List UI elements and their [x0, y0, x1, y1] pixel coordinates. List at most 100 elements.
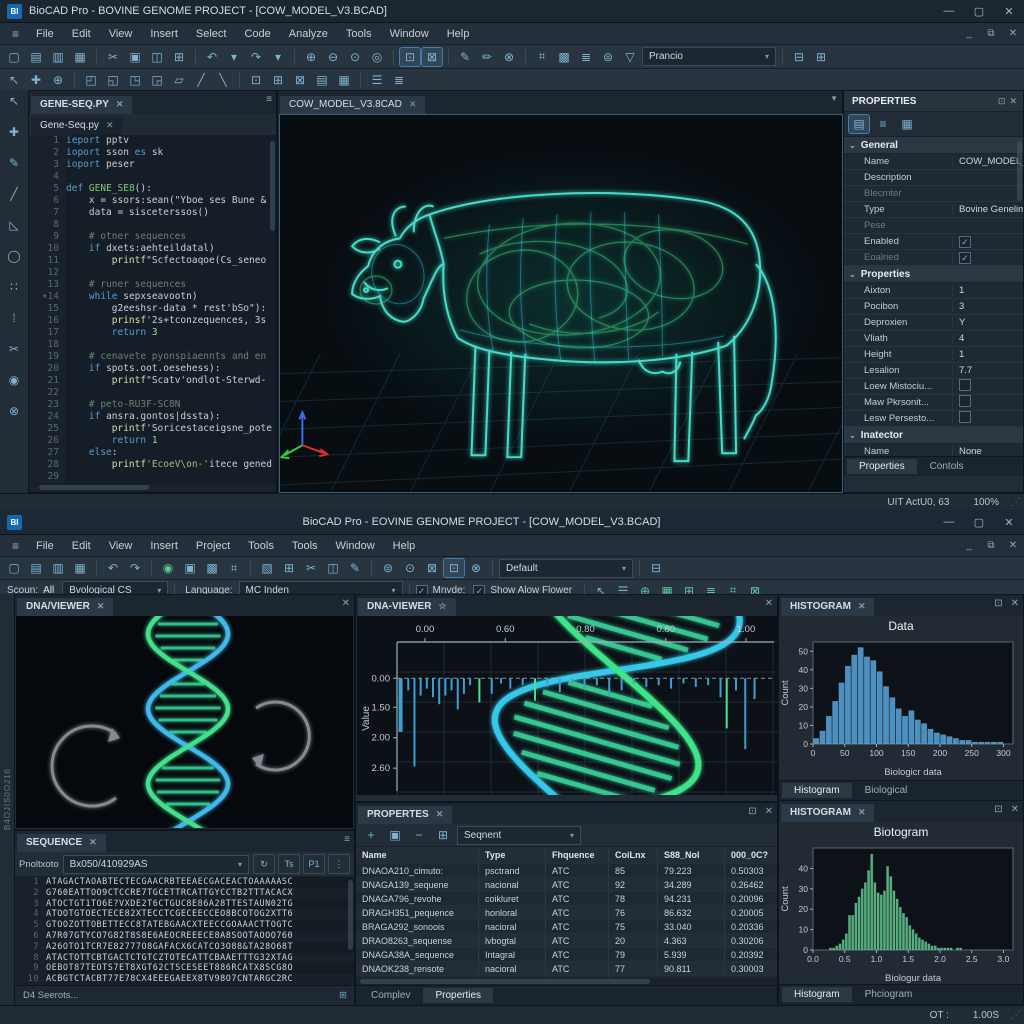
hatch-icon[interactable]: ⌗ [532, 48, 552, 66]
doc-close-button[interactable]: ✕ [1002, 28, 1024, 39]
property-row[interactable]: NameNone [844, 444, 1023, 456]
close-panel-icon[interactable]: ✕ [765, 598, 773, 609]
snap-toggle-icon[interactable]: ⊡ [400, 48, 420, 66]
brush-tool-icon[interactable]: ✎ [9, 156, 19, 170]
section-header[interactable]: ⌄General [844, 137, 1023, 154]
close-button[interactable]: ✕ [994, 510, 1024, 534]
list-icon[interactable]: ☰ [367, 71, 387, 89]
dna-canvas[interactable] [16, 616, 353, 828]
select-icon[interactable]: ↖ [4, 71, 24, 89]
lasso-icon[interactable]: ◱ [103, 71, 123, 89]
sequence-row[interactable]: 3ATOCTGT1TO6E?VXDE2T6CTGUC8E86A28TTESTAU… [15, 899, 354, 910]
menu-tools[interactable]: Tools [283, 540, 327, 552]
menu-window[interactable]: Window [327, 540, 384, 552]
panel-new-icon[interactable]: ⊞ [811, 48, 831, 66]
sequence-row[interactable]: 4ATOOTGTOECTECE82XTECCTCGECEECCEO8BCOTOG… [15, 909, 354, 920]
view-list-icon[interactable]: ▤ [849, 115, 869, 133]
view-category-icon[interactable]: ≡ [873, 115, 893, 133]
menu-help[interactable]: Help [438, 28, 479, 40]
pin-icon[interactable]: ⊡ [748, 806, 756, 817]
property-row[interactable]: Vliath4 [844, 331, 1023, 347]
paste-icon[interactable]: ◫ [147, 48, 167, 66]
tab-biological[interactable]: Biological [853, 783, 920, 798]
focus-icon[interactable]: ⊙ [400, 559, 420, 577]
scissors-tool-icon[interactable]: ✂ [9, 342, 19, 356]
sequence-row[interactable]: 5GTOOZOTTOBETTECC8TATEBGAACXTEECCGOAAACT… [15, 920, 354, 931]
sequence-list[interactable]: 1ATAGACTAOABTECTECGAACRBTEEAECGACEACTOAA… [15, 877, 354, 985]
checked-checkbox[interactable]: ✓ [959, 236, 971, 248]
close-button[interactable]: ✕ [994, 0, 1024, 22]
marquee-icon[interactable]: ◰ [81, 71, 101, 89]
add-row-icon[interactable]: + [361, 826, 381, 844]
erase-icon[interactable]: ⊗ [466, 559, 486, 577]
menu-analyze[interactable]: Analyze [280, 28, 337, 40]
unchecked-checkbox[interactable] [959, 395, 971, 407]
menu-tools[interactable]: Tools [239, 540, 283, 552]
histogram-bio-chart[interactable]: Biotogram0102030400.00.51.01.52.02.53.0B… [779, 822, 1023, 984]
table-row[interactable]: DNAGA139_sequenenacionalATC9234.2890.264… [356, 878, 777, 892]
font-combo[interactable]: Prancio▾ [642, 47, 776, 66]
property-row[interactable]: Lesw Persesto... [844, 411, 1023, 427]
close-subtab-icon[interactable]: ✕ [106, 120, 114, 131]
panel-menu-icon[interactable]: ≡ [344, 834, 350, 845]
print-icon[interactable]: ▦ [70, 559, 90, 577]
undo-dropdown-icon[interactable]: ▾ [224, 48, 244, 66]
ruler-tool-icon[interactable]: ◺ [9, 218, 18, 232]
pencil-tool-icon[interactable]: ╱ [10, 187, 17, 201]
sequence-row[interactable]: 7A26OTO1TCR7E82777O8GAFACX6CATCO3O88&TA2… [15, 942, 354, 953]
table-row[interactable]: DNAGA796_revohecoikluretATC7894.2310.200… [356, 892, 777, 906]
column-header[interactable]: S88_Nol [658, 847, 725, 863]
unchecked-checkbox[interactable] [959, 411, 971, 423]
menu-tools[interactable]: Tools [337, 28, 381, 40]
grid-icon[interactable]: ⌗ [224, 559, 244, 577]
tab-properites[interactable]: PROPERTES✕ [358, 806, 452, 824]
data-table[interactable]: NameTypeFhquenceCoiLnxS88_Nol000_0C?Y8DT… [356, 847, 777, 978]
sequence-row[interactable]: 8ATACTOTTCBTGACTCTGTCZTOTECATTCBAAETTTG3… [15, 953, 354, 964]
zoom-tool-icon[interactable]: ⊕ [48, 71, 68, 89]
sphere-icon[interactable]: ⊜ [598, 48, 618, 66]
zoom-fit-icon[interactable]: ⊙ [345, 48, 365, 66]
stack-icon[interactable]: ≣ [389, 71, 409, 89]
menu-code[interactable]: Code [235, 28, 279, 40]
code-vscrollbar[interactable] [270, 141, 275, 231]
bounds-icon[interactable]: ⊡ [444, 559, 464, 577]
doc-restore-button[interactable]: ⧉ [980, 28, 1002, 39]
sequence-row[interactable]: 10ACBGTCTACBT77E78CX4EEEGAEEX8TV98O7CNTA… [15, 974, 354, 985]
curve-icon[interactable]: ╲ [213, 71, 233, 89]
tab-histogram[interactable]: Histogram [782, 987, 852, 1002]
menu-insert[interactable]: Insert [141, 540, 187, 552]
close-tab-icon[interactable]: ✕ [116, 99, 124, 110]
cut-icon[interactable]: ✂ [103, 48, 123, 66]
property-row[interactable]: Blecmter [844, 186, 1023, 202]
tab-histogram-1[interactable]: HISTOGRAM✕ [781, 598, 874, 616]
table-row[interactable]: DNAOA210_cimuto:psctrandATC8579.2230.503… [356, 864, 777, 878]
more-icon[interactable]: ⋮ [328, 854, 350, 874]
hamburger-icon[interactable]: ≡ [4, 27, 27, 41]
tab-histogram[interactable]: Histogram [782, 783, 852, 798]
rect-select-icon[interactable]: ◳ [125, 71, 145, 89]
column-header[interactable]: CoiLnx [609, 847, 658, 863]
save-icon[interactable]: ▥ [48, 559, 68, 577]
pencil-icon[interactable]: ✏ [477, 48, 497, 66]
collapse-icon[interactable]: ⊟ [646, 559, 666, 577]
sequence-row[interactable]: 2G760EATTOO9CTCCRE7TGCETTRCATTGYCCTB2TTT… [15, 888, 354, 899]
save-icon[interactable]: ▥ [48, 48, 68, 66]
property-row[interactable]: Lesalion7.7 [844, 363, 1023, 379]
tab-properties[interactable]: Properties [423, 988, 493, 1003]
refresh-icon[interactable]: ↻ [253, 854, 275, 874]
column-header[interactable]: Fhquence [546, 847, 609, 863]
region-icon[interactable]: ⊡ [246, 71, 266, 89]
menu-select[interactable]: Select [187, 28, 236, 40]
panel-split-icon[interactable]: ⊟ [789, 48, 809, 66]
section-header[interactable]: ⌄Properties [844, 266, 1023, 283]
property-row[interactable]: TypeBovine Genelimxs [844, 202, 1023, 218]
menu-file[interactable]: File [27, 28, 63, 40]
code-editor[interactable]: 1ieport pptv2ioport sson es sk3ioport pe… [29, 135, 276, 484]
tab-dna-signal[interactable]: DNA-VIEWER☆ [358, 598, 456, 616]
table-row[interactable]: BRAGA292_sonooisnacioralATC7533.0400.203… [356, 920, 777, 934]
slice-icon[interactable]: ▤ [312, 71, 332, 89]
doc-restore-button[interactable]: ⧉ [980, 540, 1002, 551]
open-icon[interactable]: ▤ [26, 559, 46, 577]
close-panel-icon[interactable]: ✕ [1009, 96, 1023, 107]
table-row[interactable]: DNAOK238_rensotenacioralATC7790.8110.300… [356, 962, 777, 976]
